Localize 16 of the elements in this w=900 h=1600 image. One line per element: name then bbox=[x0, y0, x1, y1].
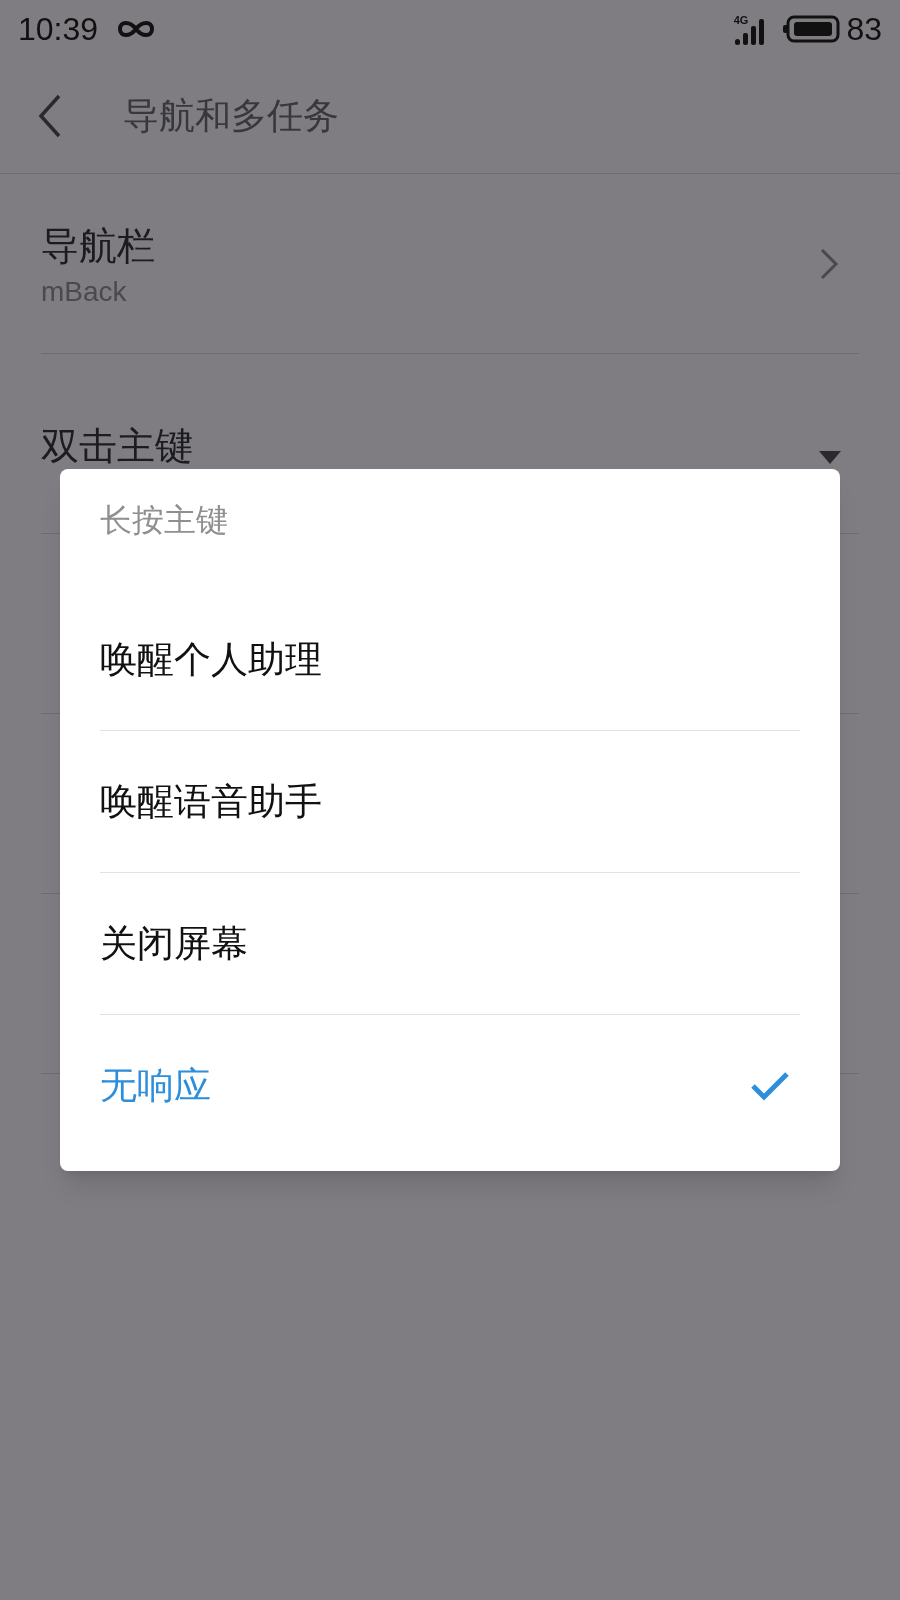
infinity-icon bbox=[116, 18, 157, 40]
network-type: 4G bbox=[733, 13, 749, 28]
option-item[interactable]: 唤醒语音助手 bbox=[100, 731, 800, 873]
setting-title: 双击主键 bbox=[41, 422, 194, 470]
dialog-title: 长按主键 bbox=[100, 500, 228, 541]
page-title: 导航和多任务 bbox=[123, 93, 339, 138]
status-time: 10:39 bbox=[18, 10, 99, 49]
setting-title: 导航栏 bbox=[41, 222, 156, 270]
option-item[interactable]: 唤醒个人助理 bbox=[100, 589, 800, 731]
signal-icon bbox=[734, 17, 765, 47]
battery-icon bbox=[782, 14, 841, 44]
battery-level: 83 bbox=[846, 10, 882, 49]
checkmark-icon bbox=[750, 1071, 790, 1101]
option-item[interactable]: 关闭屏幕 bbox=[100, 873, 800, 1015]
dropdown-triangle-icon[interactable] bbox=[819, 450, 841, 465]
chevron-right-icon[interactable] bbox=[819, 246, 839, 281]
